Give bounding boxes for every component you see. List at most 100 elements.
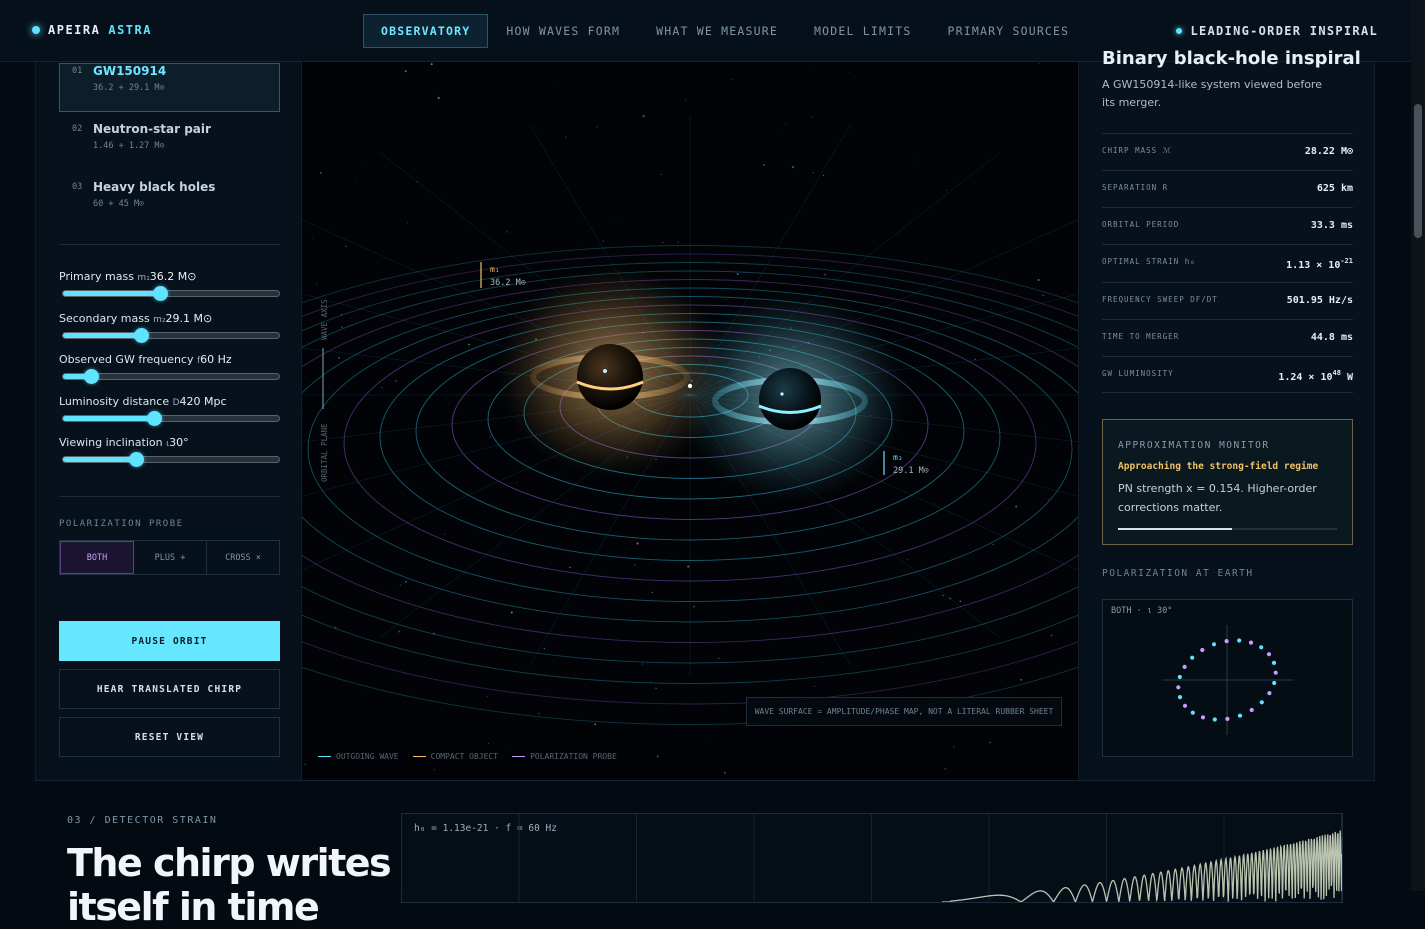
approximation-monitor: APPROXIMATION MONITOR Approaching the st… bbox=[1102, 419, 1353, 545]
star bbox=[486, 696, 488, 698]
slider-thumb[interactable] bbox=[129, 452, 145, 467]
star bbox=[564, 136, 567, 139]
polarization-dot bbox=[1249, 707, 1254, 713]
brand-dot-icon bbox=[32, 26, 40, 34]
slider-thumb[interactable] bbox=[84, 369, 100, 384]
preset-heavy-black-holes[interactable]: 03 Heavy black holes 60 + 45 M⊙ bbox=[59, 179, 280, 228]
slider-thumb[interactable] bbox=[133, 328, 149, 343]
secondary-mass-slider[interactable] bbox=[62, 328, 280, 343]
slider-fill bbox=[63, 291, 161, 296]
star bbox=[351, 316, 353, 318]
tab-primary-sources[interactable]: PRIMARY SOURCES bbox=[929, 14, 1087, 48]
preset-gw150914[interactable]: 01 GW150914 36.2 + 29.1 M⊙ bbox=[59, 63, 280, 112]
polarization-cross-button[interactable]: CROSS × bbox=[207, 541, 279, 574]
star bbox=[456, 440, 458, 442]
star bbox=[406, 222, 409, 224]
gw-frequency-slider[interactable] bbox=[62, 369, 280, 384]
star bbox=[538, 712, 540, 715]
slider-value: 36.2 M⊙ bbox=[149, 270, 197, 283]
star bbox=[338, 357, 340, 359]
star bbox=[942, 594, 944, 597]
star bbox=[1050, 634, 1053, 637]
luminosity-distance-slider[interactable] bbox=[62, 411, 280, 426]
star bbox=[989, 742, 991, 744]
legend-label: COMPACT OBJECT bbox=[430, 752, 499, 761]
star bbox=[433, 769, 435, 771]
preset-number: 01 bbox=[72, 66, 83, 76]
polarization-dot bbox=[1225, 716, 1230, 721]
polarization-dot bbox=[1273, 670, 1278, 675]
slider-thumb[interactable] bbox=[146, 411, 162, 426]
preset-neutron-star-pair[interactable]: 02 Neutron-star pair 1.46 + 1.27 M⊙ bbox=[59, 121, 280, 170]
star bbox=[356, 177, 358, 179]
primary-mass-slider[interactable] bbox=[62, 286, 280, 301]
polarization-plus-button[interactable]: PLUS + bbox=[134, 541, 207, 574]
star bbox=[569, 514, 571, 516]
center-of-mass bbox=[687, 383, 693, 389]
pause-orbit-button[interactable]: PAUSE ORBIT bbox=[59, 621, 280, 661]
tab-how-waves-form[interactable]: HOW WAVES FORM bbox=[488, 14, 638, 48]
slider-thumb[interactable] bbox=[153, 286, 169, 301]
strain-wave bbox=[942, 830, 1342, 902]
polarization-dot bbox=[1177, 695, 1183, 700]
metric-key: ORBITAL PERIOD bbox=[1102, 220, 1180, 229]
star bbox=[394, 379, 397, 383]
secondary-mass-label: Secondary mass m₂29.1 M⊙ bbox=[59, 312, 212, 325]
star bbox=[682, 464, 683, 465]
star bbox=[602, 240, 604, 242]
star bbox=[488, 742, 490, 744]
metric-row: FREQUENCY SWEEP DF/DT 501.95 Hz/s bbox=[1102, 282, 1353, 319]
star bbox=[933, 502, 935, 504]
model-status: LEADING-ORDER INSPIRAL bbox=[1176, 24, 1378, 38]
preset-name: Neutron-star pair bbox=[93, 122, 211, 136]
metric-row: TIME TO MERGER 44.8 ms bbox=[1102, 319, 1353, 356]
star bbox=[405, 581, 407, 583]
legend-label: POLARIZATION PROBE bbox=[530, 752, 617, 761]
tab-what-we-measure[interactable]: WHAT WE MEASURE bbox=[638, 14, 796, 48]
tab-model-limits[interactable]: MODEL LIMITS bbox=[796, 14, 929, 48]
star bbox=[661, 241, 664, 244]
reset-view-button[interactable]: RESET VIEW bbox=[59, 717, 280, 757]
slider-fill bbox=[63, 457, 137, 462]
metric-row: SEPARATION R 625 km bbox=[1102, 170, 1353, 207]
star bbox=[642, 115, 645, 118]
hear-chirp-button[interactable]: HEAR TRANSLATED CHIRP bbox=[59, 669, 280, 709]
slider-value: 420 Mpc bbox=[179, 395, 227, 408]
star bbox=[341, 326, 343, 328]
star bbox=[656, 755, 659, 758]
star bbox=[444, 533, 446, 535]
star bbox=[633, 564, 636, 567]
preset-number: 02 bbox=[72, 124, 83, 134]
polarization-dot bbox=[1259, 700, 1264, 705]
m1-label: m₁ bbox=[490, 265, 500, 274]
metric-value: 44.8 ms bbox=[1310, 332, 1353, 343]
brand-logo[interactable]: APEIRA ASTRA bbox=[32, 23, 152, 37]
star bbox=[543, 647, 546, 650]
tab-observatory[interactable]: OBSERVATORY bbox=[363, 14, 489, 48]
slider-name: Luminosity distance bbox=[59, 395, 173, 408]
star bbox=[610, 265, 611, 267]
viewing-inclination-slider[interactable] bbox=[62, 452, 280, 467]
star bbox=[498, 402, 500, 403]
page-scrollbar[interactable] bbox=[1411, 0, 1425, 891]
scrollbar-thumb[interactable] bbox=[1414, 104, 1422, 238]
orbit-canvas: m₁ 36.2 M⊙ m₂ 29.1 M⊙ WAVE AXIS ORBITAL … bbox=[302, 62, 1078, 780]
strain-plot: h₀ = 1.13e-21 · f = 60 Hz bbox=[401, 813, 1343, 903]
star bbox=[906, 559, 908, 561]
star bbox=[995, 469, 997, 471]
polarization-dot bbox=[1212, 717, 1217, 722]
slider-symbol: m₁ bbox=[137, 273, 150, 283]
polarization-dot bbox=[1248, 640, 1254, 645]
section-label: 03 / DETECTOR STRAIN bbox=[67, 815, 218, 826]
star bbox=[569, 566, 571, 569]
star bbox=[345, 245, 347, 248]
polarization-ellipse-plot bbox=[1163, 625, 1293, 735]
polarization-both-button[interactable]: BOTH bbox=[60, 541, 134, 574]
polarization-dot bbox=[1176, 685, 1181, 690]
star bbox=[320, 172, 322, 174]
star bbox=[594, 723, 597, 726]
star bbox=[399, 584, 402, 587]
star bbox=[812, 171, 815, 174]
orbit-visualization[interactable]: m₁ 36.2 M⊙ m₂ 29.1 M⊙ WAVE AXIS ORBITAL … bbox=[302, 62, 1078, 780]
star bbox=[389, 297, 390, 298]
